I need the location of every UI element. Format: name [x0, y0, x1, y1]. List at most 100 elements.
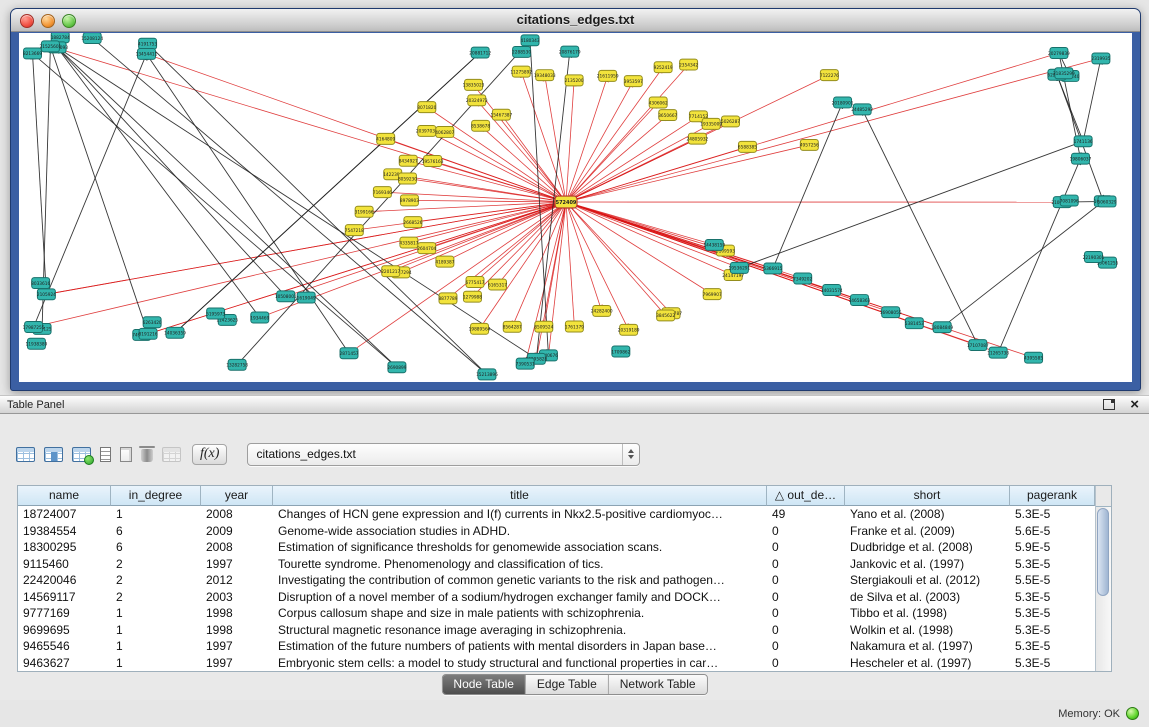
graph-node[interactable]: 22190301 — [1083, 252, 1105, 263]
graph-edge[interactable] — [32, 53, 396, 367]
graph-edge[interactable] — [566, 67, 663, 202]
graph-node[interactable]: 16908055 — [880, 307, 902, 318]
table-row[interactable]: 1456911722003Disruption of a novel membe… — [18, 589, 1095, 606]
graph-node[interactable]: 19348033 — [534, 70, 556, 81]
close-button[interactable] — [20, 14, 34, 28]
graph-node[interactable]: 11265738 — [987, 347, 1009, 358]
graph-edge[interactable] — [364, 202, 566, 212]
graph-node[interactable]: 20319189 — [618, 324, 640, 335]
graph-node[interactable]: 24282400 — [591, 305, 613, 316]
column-header-year[interactable]: year — [201, 486, 273, 506]
graph-node[interactable]: 13454411 — [136, 48, 158, 59]
graph-node[interactable]: 4335817 — [399, 237, 418, 248]
tab-edge-table[interactable]: Edge Table — [525, 675, 608, 694]
column-header-in_degree[interactable]: in_degree — [111, 486, 201, 506]
graph-node[interactable]: 18084849 — [931, 322, 953, 333]
graph-edge[interactable] — [566, 145, 809, 202]
graph-node[interactable]: 8071820 — [417, 102, 436, 113]
graph-edge[interactable] — [57, 47, 260, 317]
column-header-short[interactable]: short — [845, 486, 1010, 506]
graph-edge[interactable] — [862, 109, 978, 345]
graph-node[interactable]: 15213896 — [476, 369, 498, 380]
graph-edge[interactable] — [175, 53, 480, 333]
float-panel-icon[interactable] — [1103, 399, 1115, 410]
graph-node[interactable]: 7547218 — [345, 225, 364, 236]
graph-edge[interactable] — [566, 202, 602, 311]
graph-edge[interactable] — [998, 159, 1080, 353]
graph-node[interactable]: 19889564 — [469, 323, 491, 334]
graph-node[interactable]: 9252419 — [654, 62, 673, 73]
graph-node[interactable]: 17107087 — [967, 340, 989, 351]
graph-edge[interactable] — [34, 202, 566, 327]
graph-node[interactable]: 20881712 — [469, 47, 491, 58]
graph-node[interactable]: 8434927 — [399, 155, 418, 166]
graph-node[interactable]: 8033616 — [31, 278, 50, 289]
graph-node[interactable]: 5026287 — [721, 116, 740, 127]
graph-edge[interactable] — [566, 202, 739, 268]
graph-node[interactable]: 2668526 — [403, 217, 422, 228]
graph-edge[interactable] — [566, 202, 574, 326]
graph-edge[interactable] — [566, 202, 712, 294]
graph-node[interactable]: 8059230 — [398, 173, 417, 184]
table-row[interactable]: 969969511998Structural magnetic resonanc… — [18, 622, 1095, 639]
add-column-icon[interactable] — [72, 447, 91, 462]
graph-edge[interactable] — [427, 107, 566, 202]
graph-edge[interactable] — [566, 116, 698, 202]
graph-node[interactable]: 11938389 — [26, 338, 48, 349]
graph-edge[interactable] — [566, 115, 668, 202]
graph-node[interactable]: 20180901 — [832, 97, 854, 108]
table-row[interactable]: 1872400712008Changes of HCN gene express… — [18, 506, 1095, 523]
graph-edge[interactable] — [501, 115, 566, 202]
graph-edge[interactable] — [942, 201, 1103, 327]
graph-node[interactable]: 11275892 — [510, 66, 532, 77]
graph-node[interactable]: 20279839 — [1048, 48, 1070, 59]
graph-node[interactable]: 3953597 — [624, 76, 643, 87]
graph-node[interactable]: 7969907 — [703, 289, 722, 300]
graph-node[interactable]: 2201217 — [381, 266, 400, 277]
fx-button[interactable]: f(x) — [192, 444, 227, 465]
graph-node[interactable]: 4191753 — [138, 38, 157, 49]
graph-node[interactable]: 1741136 — [1074, 136, 1093, 147]
graph-node[interactable]: 15467387 — [490, 109, 512, 120]
graph-edge[interactable] — [566, 202, 733, 275]
graph-node[interactable]: 21611959 — [597, 70, 619, 81]
graph-edge[interactable] — [566, 139, 697, 202]
graph-edge[interactable] — [1083, 58, 1101, 141]
graph-node[interactable]: 8877789 — [438, 293, 457, 304]
graph-node[interactable]: 10508001 — [275, 291, 297, 302]
graph-node[interactable]: 7390531 — [516, 358, 535, 369]
graph-node[interactable]: 19536291 — [728, 262, 750, 273]
graph-edge[interactable] — [445, 132, 566, 202]
zoom-button[interactable] — [62, 14, 76, 28]
graph-edge[interactable] — [1057, 75, 1083, 142]
graph-node[interactable]: 2319935 — [1091, 53, 1110, 64]
graph-node[interactable]: 1619049 — [297, 292, 316, 303]
graph-node[interactable]: 3845622 — [656, 310, 675, 321]
graph-node[interactable]: 14658363 — [849, 295, 871, 306]
graph-edge[interactable] — [773, 102, 843, 268]
graph-edge[interactable] — [566, 202, 714, 245]
table-row[interactable]: 1830029562008Estimation of significance … — [18, 539, 1095, 556]
graph-node[interactable]: 3650667 — [658, 110, 677, 121]
column-header-pagerank[interactable]: pagerank — [1010, 486, 1095, 506]
graph-node[interactable]: 7081096 — [1060, 195, 1079, 206]
graph-node[interactable]: 4180343 — [521, 35, 540, 46]
delete-table-icon[interactable] — [141, 449, 153, 462]
graph-node[interactable]: 2690899 — [387, 362, 406, 373]
network-window-titlebar[interactable]: citations_edges.txt — [11, 9, 1140, 32]
graph-node[interactable]: 13282758 — [226, 359, 248, 370]
tab-network-table[interactable]: Network Table — [608, 675, 707, 694]
graph-node[interactable]: 5060329 — [1097, 196, 1116, 207]
graph-node[interactable]: 3199166 — [355, 206, 374, 217]
graph-edge[interactable] — [147, 54, 350, 353]
graph-node[interactable]: 4164809 — [376, 133, 395, 144]
graph-node[interactable]: 14031574 — [821, 285, 843, 296]
graph-node[interactable]: 6263420 — [143, 317, 162, 328]
graph-node[interactable]: 20324973 — [466, 95, 488, 106]
graph-node[interactable]: 19806037 — [1070, 153, 1092, 164]
graph-node[interactable]: 6588385 — [738, 141, 757, 152]
graph-edge[interactable] — [237, 40, 530, 365]
graph-hub-node[interactable]: 572409 — [555, 196, 577, 208]
table-row[interactable]: 911546021997Tourette syndrome. Phenomeno… — [18, 556, 1095, 573]
graph-node[interactable]: 1279988 — [463, 291, 482, 302]
